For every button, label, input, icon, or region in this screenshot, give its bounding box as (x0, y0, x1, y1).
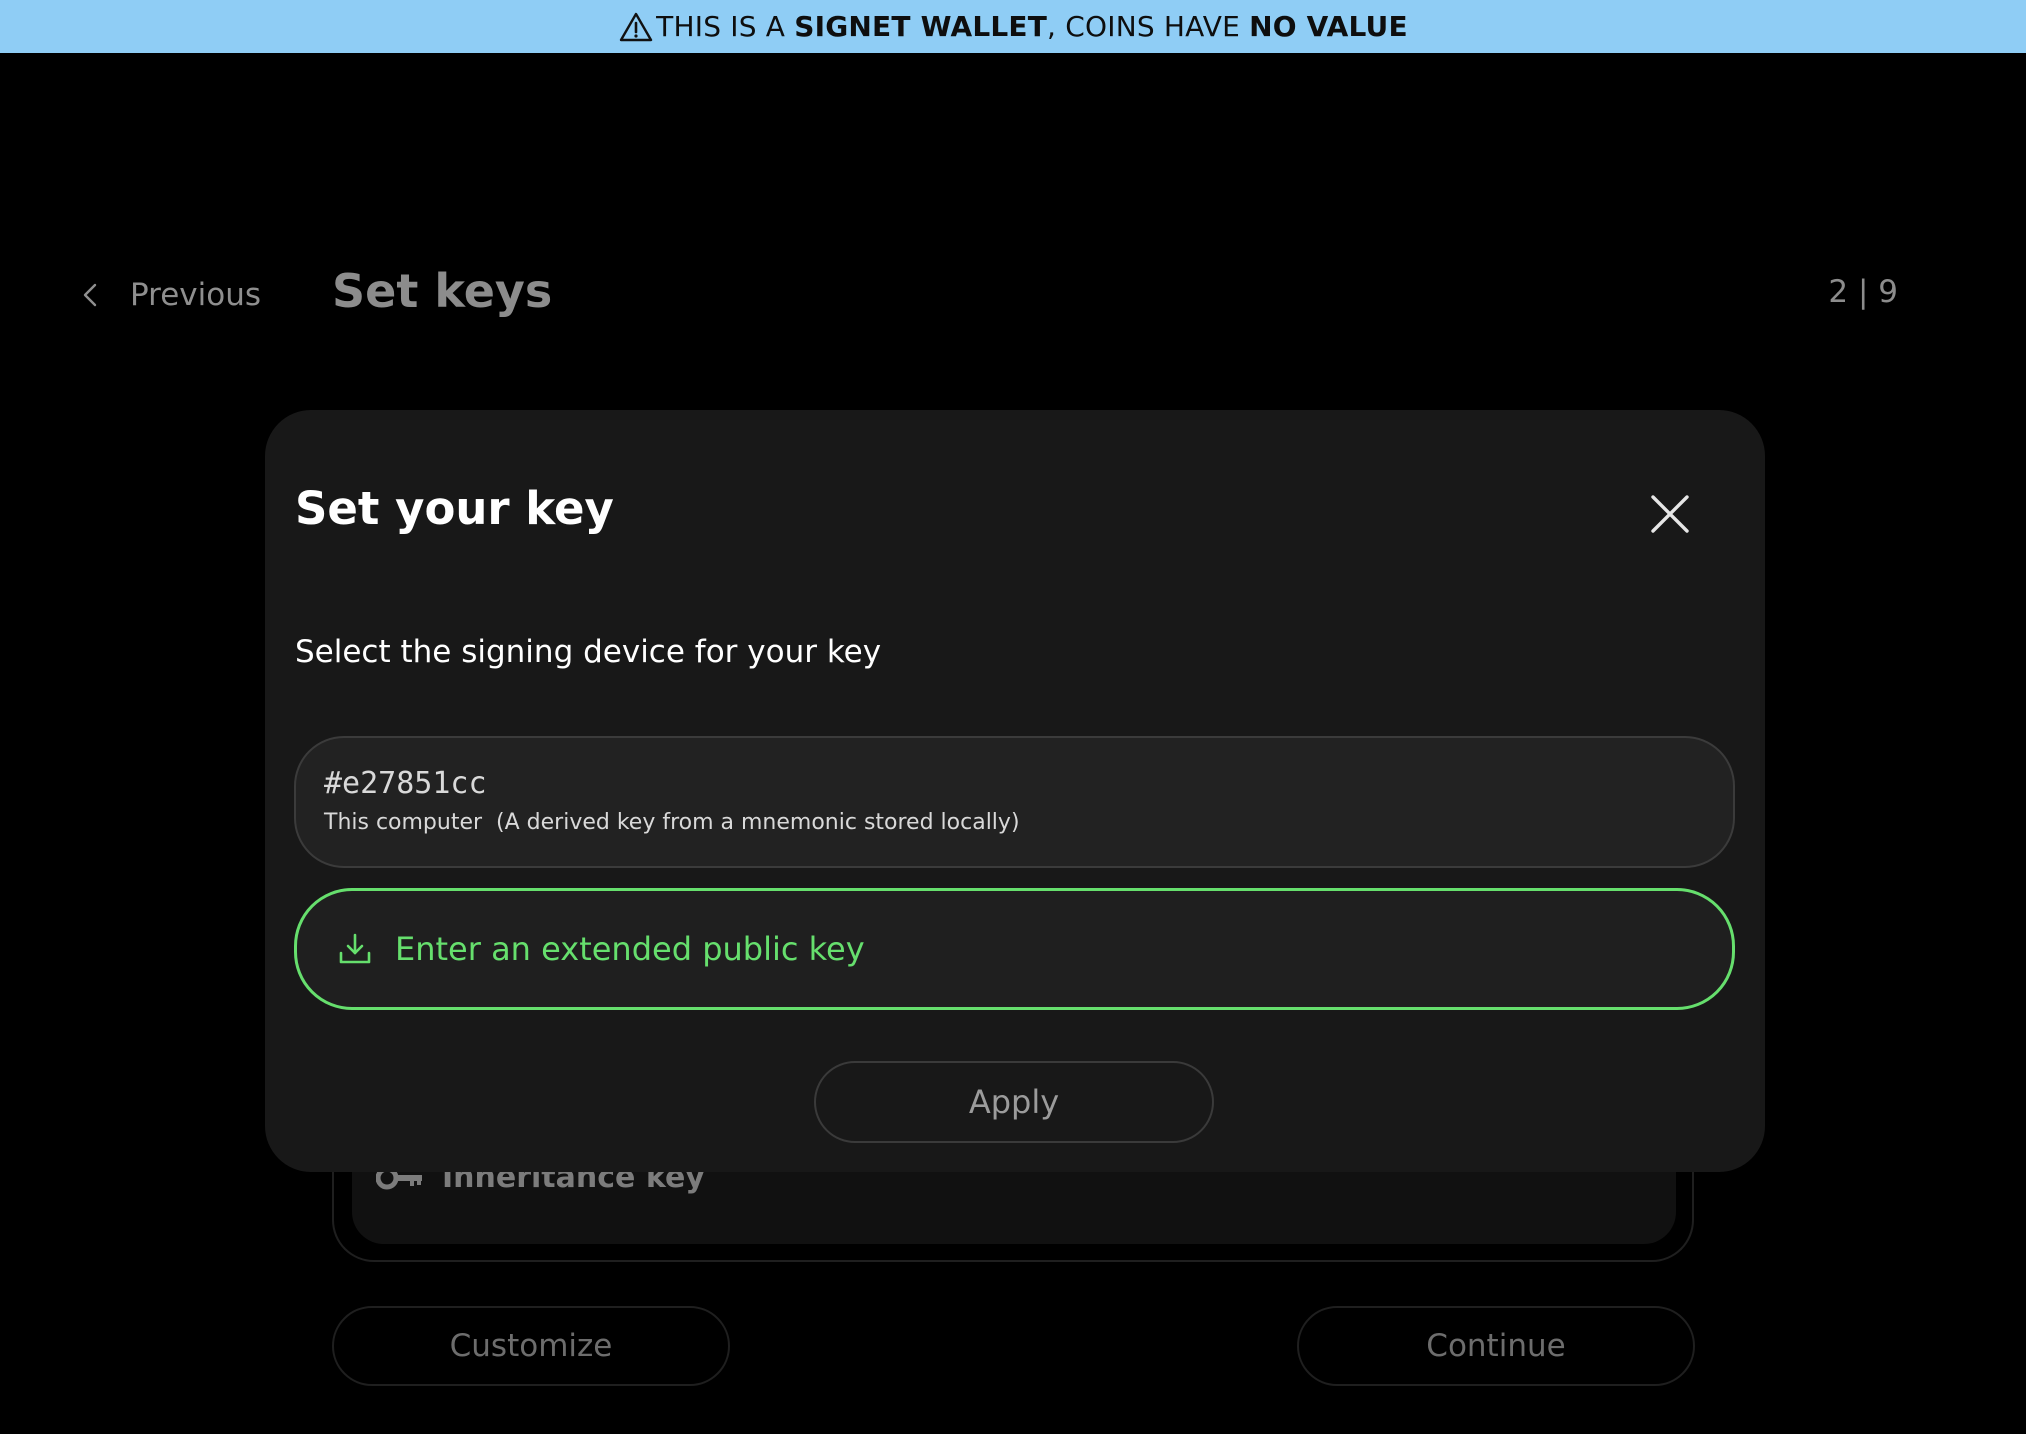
step-counter: 2 | 9 (1828, 274, 1898, 310)
close-icon (1650, 494, 1690, 534)
signet-warning-banner: THIS IS A SIGNET WALLET , COINS HAVE NO … (0, 0, 2026, 53)
enter-xpub-button[interactable]: Enter an extended public key (294, 888, 1735, 1010)
banner-prefix: THIS IS A (656, 10, 795, 43)
warning-triangle-icon (618, 10, 654, 44)
download-icon (337, 931, 373, 967)
previous-label: Previous (130, 277, 262, 313)
device-fingerprint: #e27851cc (324, 766, 487, 801)
set-key-modal: Set your key Select the signing device f… (265, 410, 1765, 1172)
device-description: This computer (A derived key from a mnem… (324, 810, 1020, 835)
signing-device-option[interactable]: #e27851cc This computer (A derived key f… (294, 736, 1735, 868)
close-button[interactable] (1648, 492, 1692, 536)
page-title: Set keys (332, 264, 553, 318)
app-window: THIS IS A SIGNET WALLET , COINS HAVE NO … (0, 0, 2026, 1434)
chevron-left-icon (76, 280, 106, 310)
continue-button[interactable]: Continue (1297, 1306, 1695, 1386)
customize-button[interactable]: Customize (332, 1306, 730, 1386)
modal-title: Set your key (295, 482, 614, 535)
banner-middle: , COINS HAVE (1047, 10, 1250, 43)
modal-subtitle: Select the signing device for your key (295, 634, 882, 670)
previous-button[interactable]: Previous (76, 270, 261, 320)
enter-xpub-label: Enter an extended public key (395, 930, 865, 968)
banner-wallet-type: SIGNET WALLET (794, 10, 1048, 43)
apply-button[interactable]: Apply (814, 1061, 1214, 1143)
banner-value-text: NO VALUE (1249, 10, 1408, 43)
